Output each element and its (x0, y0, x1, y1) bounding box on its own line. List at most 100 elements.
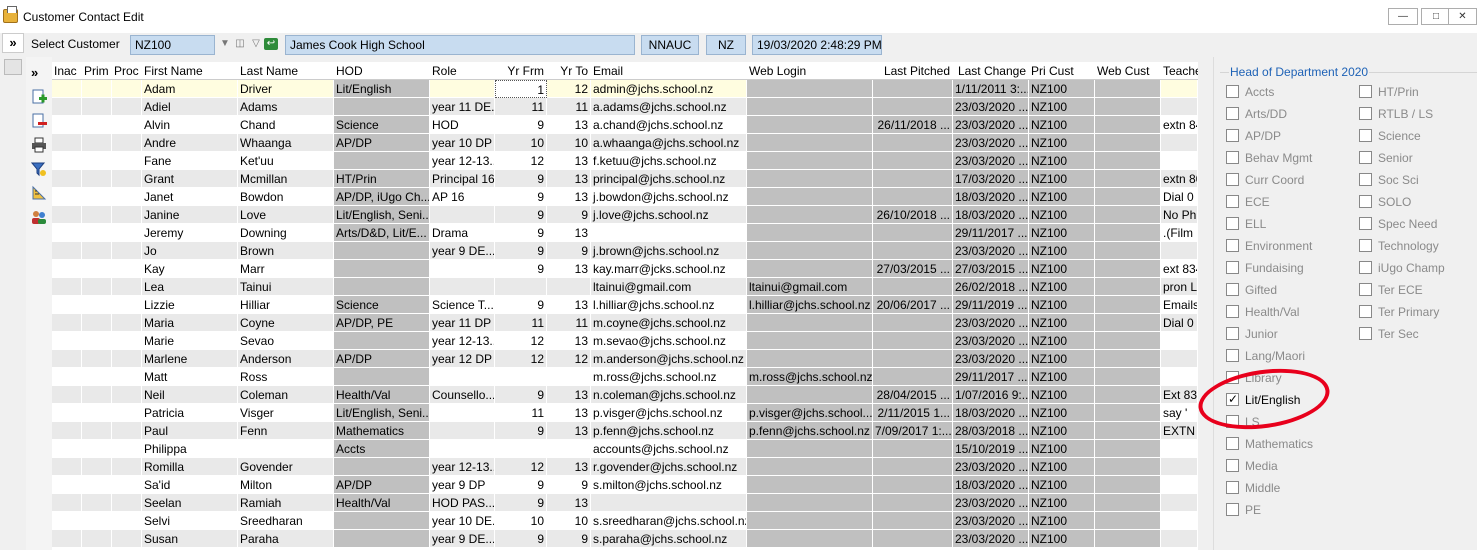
cell-first[interactable]: Kay (142, 260, 238, 278)
cell-role[interactable] (430, 368, 495, 386)
cell-first[interactable]: Lizzie (142, 296, 238, 314)
cell-weblogin[interactable] (747, 260, 873, 278)
cell-first[interactable]: Grant (142, 170, 238, 188)
cell-flag[interactable] (112, 476, 142, 494)
cell-yrto[interactable]: 13 (547, 332, 591, 350)
cell-pricust[interactable]: NZ100 (1029, 260, 1095, 278)
cell-pricust[interactable]: NZ100 (1029, 224, 1095, 242)
cell-yrfrm[interactable]: 12 (495, 332, 547, 350)
cell-flag[interactable] (112, 116, 142, 134)
cell-teacher[interactable] (1161, 368, 1198, 386)
cell-first[interactable]: Selvi (142, 512, 238, 530)
cell-pitched[interactable]: 26/10/2018 ... (873, 206, 953, 224)
cell-role[interactable] (430, 440, 495, 458)
cell-webcust[interactable] (1095, 98, 1161, 116)
cell-pricust[interactable]: NZ100 (1029, 512, 1095, 530)
cell-email[interactable]: principal@jchs.school.nz (591, 170, 747, 188)
cell-last[interactable]: Chand (238, 116, 334, 134)
cell-change[interactable]: 23/03/2020 ... (953, 134, 1029, 152)
checkbox-box[interactable] (1226, 459, 1239, 472)
cell-flag[interactable] (112, 404, 142, 422)
cell-last[interactable]: Driver (238, 80, 334, 98)
column-header[interactable]: Last Name (238, 64, 334, 80)
cell-yrto[interactable] (547, 368, 591, 386)
cell-flag[interactable] (112, 440, 142, 458)
cell-yrfrm[interactable]: 9 (495, 260, 547, 278)
cell-pricust[interactable]: NZ100 (1029, 80, 1095, 98)
cell-flag[interactable] (52, 512, 82, 530)
column-header[interactable]: Yr To (547, 64, 591, 80)
checkbox-box[interactable] (1359, 129, 1372, 142)
cell-change[interactable]: 27/03/2015 ... (953, 260, 1029, 278)
cell-hod[interactable]: AP/DP (334, 350, 430, 368)
cell-email[interactable]: s.sreedharan@jchs.school.nz (591, 512, 747, 530)
cell-pricust[interactable]: NZ100 (1029, 152, 1095, 170)
cell-flag[interactable] (112, 494, 142, 512)
cell-weblogin[interactable] (747, 530, 873, 548)
cell-last[interactable]: Fenn (238, 422, 334, 440)
cell-flag[interactable] (82, 530, 112, 548)
cell-flag[interactable] (52, 422, 82, 440)
cell-flag[interactable] (82, 422, 112, 440)
cell-flag[interactable] (112, 278, 142, 296)
cell-hod[interactable]: Health/Val (334, 494, 430, 512)
cell-yrfrm[interactable]: 9 (495, 206, 547, 224)
cell-change[interactable]: 23/03/2020 ... (953, 314, 1029, 332)
cell-pitched[interactable] (873, 314, 953, 332)
cell-webcust[interactable] (1095, 458, 1161, 476)
cell-webcust[interactable] (1095, 80, 1161, 98)
cell-first[interactable]: Paul (142, 422, 238, 440)
checkbox-box[interactable] (1359, 195, 1372, 208)
cell-webcust[interactable] (1095, 134, 1161, 152)
cell-weblogin[interactable] (747, 494, 873, 512)
cell-role[interactable]: year 11 DE... (430, 98, 495, 116)
cell-yrto[interactable]: 12 (547, 350, 591, 368)
cell-last[interactable]: Hilliar (238, 296, 334, 314)
cell-yrto[interactable]: 13 (547, 116, 591, 134)
cell-pricust[interactable]: NZ100 (1029, 350, 1095, 368)
cell-first[interactable]: Janine (142, 206, 238, 224)
cell-teacher[interactable] (1161, 512, 1198, 530)
cell-flag[interactable] (52, 152, 82, 170)
cell-weblogin[interactable] (747, 314, 873, 332)
checkbox-box[interactable] (1226, 261, 1239, 274)
cell-pricust[interactable]: NZ100 (1029, 134, 1095, 152)
column-header[interactable]: Pri Cust (1029, 64, 1095, 80)
cell-webcust[interactable] (1095, 152, 1161, 170)
cell-flag[interactable] (52, 116, 82, 134)
table-row[interactable]: Alvin Chand Science HOD 9 13 a.chand@jchs.scho… (52, 116, 1198, 134)
cell-role[interactable]: year 9 DE... (430, 242, 495, 260)
table-row[interactable]: Romilla Govender year 12-13... 12 13 r.govend… (52, 458, 1198, 476)
cell-pricust[interactable]: NZ100 (1029, 98, 1095, 116)
cell-pitched[interactable] (873, 80, 953, 98)
cell-webcust[interactable] (1095, 206, 1161, 224)
cell-flag[interactable] (52, 98, 82, 116)
cell-yrfrm[interactable]: 9 (495, 422, 547, 440)
cell-flag[interactable] (52, 476, 82, 494)
cell-role[interactable]: HOD (430, 116, 495, 134)
table-row[interactable]: Lea Tainui ltainui@gmail.com ltainui@gmail.… (52, 278, 1198, 296)
cell-pitched[interactable] (873, 530, 953, 548)
cell-hod[interactable] (334, 530, 430, 548)
cell-teacher[interactable]: .(Film (1161, 224, 1198, 242)
cell-pricust[interactable]: NZ100 (1029, 386, 1095, 404)
column-header[interactable]: Email (591, 64, 747, 80)
cell-change[interactable]: 29/11/2017 ... (953, 368, 1029, 386)
cell-teacher[interactable]: Dial 0 l (1161, 314, 1198, 332)
cell-pitched[interactable] (873, 476, 953, 494)
cell-weblogin[interactable]: p.visger@jchs.school.... (747, 404, 873, 422)
cell-pitched[interactable]: 20/06/2017 ... (873, 296, 953, 314)
cell-webcust[interactable] (1095, 314, 1161, 332)
cell-role[interactable]: Science T... (430, 296, 495, 314)
cell-last[interactable]: Milton (238, 476, 334, 494)
checkbox-box[interactable] (1226, 349, 1239, 362)
cell-pricust[interactable]: NZ100 (1029, 530, 1095, 548)
checkbox-box[interactable] (1359, 283, 1372, 296)
cell-first[interactable]: Neil (142, 386, 238, 404)
cell-yrfrm[interactable]: 9 (495, 530, 547, 548)
cell-yrfrm[interactable] (495, 440, 547, 458)
checkbox-box[interactable] (1359, 327, 1372, 340)
cell-last[interactable]: Paraha (238, 530, 334, 548)
cell-yrto[interactable]: 11 (547, 98, 591, 116)
cell-webcust[interactable] (1095, 116, 1161, 134)
